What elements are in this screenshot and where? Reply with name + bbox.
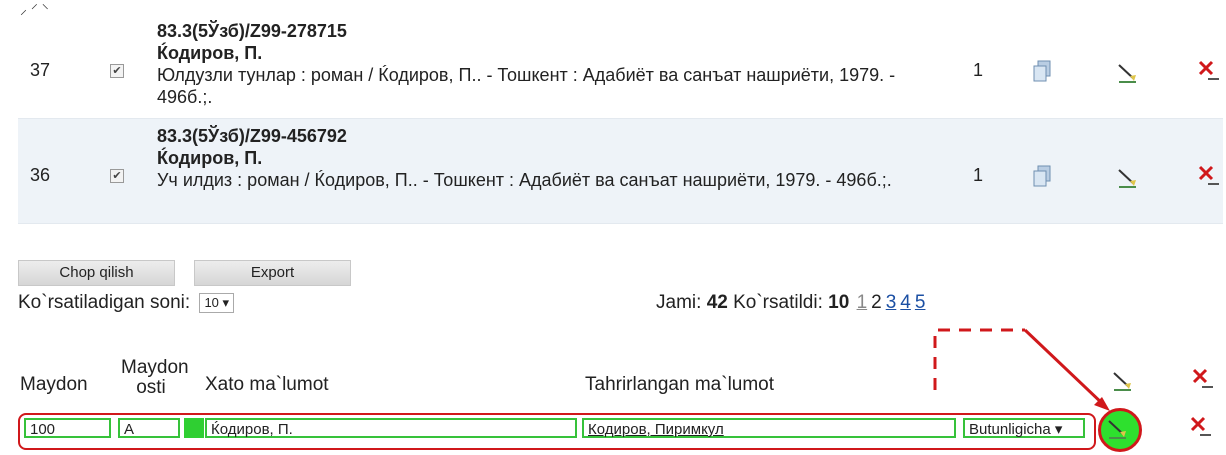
maydon-osti-input[interactable]: A	[118, 418, 180, 438]
tahrir-value: Кодиров, Пиримкул	[588, 421, 724, 438]
annotation-arrow	[933, 328, 1110, 411]
maydon-input[interactable]: 100	[24, 418, 111, 438]
tahrir-input[interactable]: Кодиров, Пиримкул	[582, 418, 956, 438]
marker-block	[184, 418, 204, 438]
xato-input[interactable]: Ќодиров, П.	[205, 418, 577, 438]
pencil-save-icon[interactable]	[1106, 418, 1128, 440]
mode-value: Butunligicha	[969, 421, 1051, 438]
delete-x-icon[interactable]	[1190, 416, 1212, 438]
mode-select[interactable]: Butunligicha ▾	[963, 418, 1085, 438]
